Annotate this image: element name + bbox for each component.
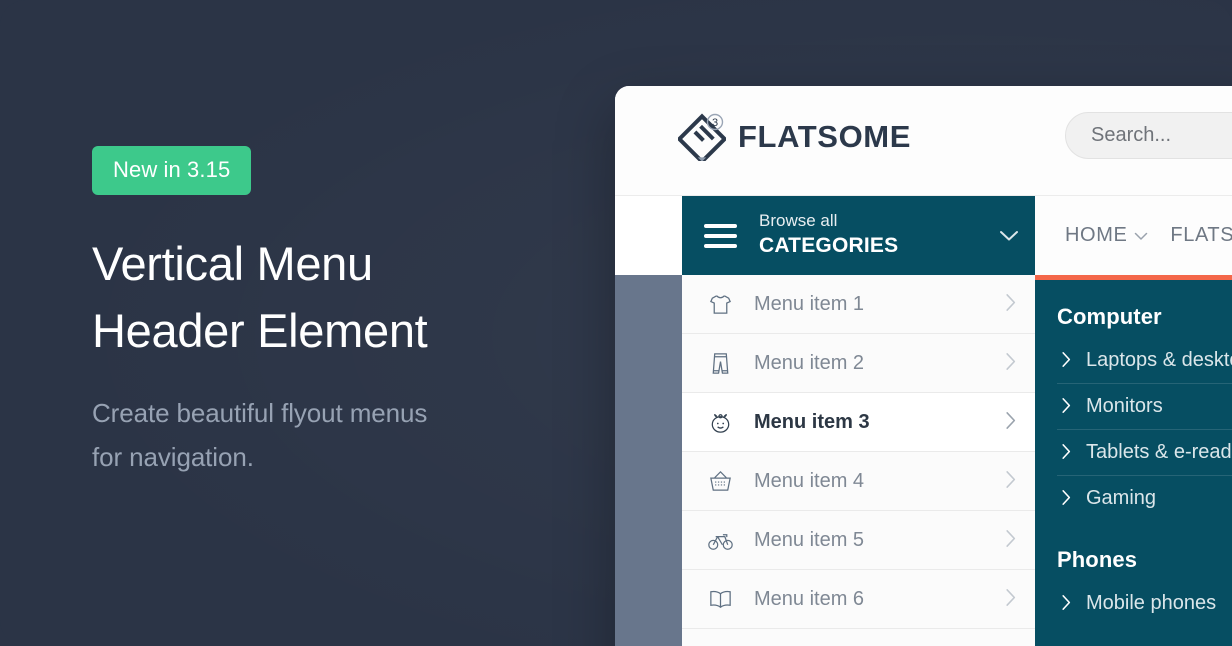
menu-item-7[interactable]: Menu item 7 xyxy=(682,629,1035,646)
chevron-right-icon xyxy=(1005,352,1017,375)
version-badge: New in 3.15 xyxy=(92,146,252,195)
flyout-link[interactable]: Mobile phones xyxy=(1057,581,1232,626)
menu-item-label: Menu item 1 xyxy=(754,292,865,315)
flyout-link[interactable]: Tablets & e-readers xyxy=(1057,430,1232,476)
vertical-menu-heading: CATEGORIES xyxy=(759,234,899,258)
pants-icon xyxy=(704,347,736,379)
search-input[interactable] xyxy=(1091,124,1232,147)
subtitle-line-2: for navigation. xyxy=(92,442,254,473)
baby-face-icon xyxy=(704,406,736,438)
chevron-right-icon xyxy=(1005,293,1017,316)
menu-item-6[interactable]: Menu item 6 xyxy=(682,570,1035,629)
flatsome-diamond-icon: 3 xyxy=(676,113,728,165)
logo-superscript-text: 3 xyxy=(712,117,718,129)
menu-item-1[interactable]: Menu item 1 xyxy=(682,275,1035,334)
nav-item-flatsome[interactable]: FLATSOME xyxy=(1170,224,1232,247)
chevron-down-icon xyxy=(1134,228,1148,244)
menu-item-5[interactable]: Menu item 5 xyxy=(682,511,1035,570)
site-header: 3 FLATSOME xyxy=(615,86,1232,196)
main-navigation: HOME FLATSOME xyxy=(1035,196,1232,275)
chevron-right-icon xyxy=(1005,411,1017,434)
menu-item-label: Menu item 2 xyxy=(754,351,865,374)
flyout-panel: Computer Laptops & desktops xyxy=(1035,275,1232,646)
site-body: Browse all CATEGORIES Menu item 1 Menu i… xyxy=(615,196,1232,646)
chevron-right-icon xyxy=(1005,588,1017,611)
vertical-menu: Browse all CATEGORIES Menu item 1 Menu i… xyxy=(682,196,1035,646)
chevron-right-icon xyxy=(1061,594,1072,614)
open-book-icon xyxy=(704,583,736,615)
flyout-link-label: Monitors xyxy=(1086,395,1163,417)
flyout-link-label: Mobile phones xyxy=(1086,592,1217,614)
bicycle-icon xyxy=(704,524,736,556)
page-subtitle: Create beautiful flyout menus for naviga… xyxy=(92,392,592,479)
menu-item-label: Menu item 5 xyxy=(754,528,865,551)
flyout-group-spacer xyxy=(1057,527,1232,547)
browser-preview-card: 3 FLATSOME Browse all CATEGORIES xyxy=(615,86,1232,646)
vertical-menu-title: Browse all CATEGORIES xyxy=(759,211,999,261)
flyout-group-title: Computer xyxy=(1057,304,1162,329)
nav-item-label: FLATSOME xyxy=(1170,224,1232,246)
page-title: Vertical Menu Header Element xyxy=(92,231,592,364)
flyout-link-label: Tablets & e-readers xyxy=(1086,441,1232,463)
flyout-group-title: Phones xyxy=(1057,547,1138,572)
flyout-link[interactable]: Laptops & desktops xyxy=(1057,338,1232,384)
menu-item-2[interactable]: Menu item 2 xyxy=(682,334,1035,393)
flyout-link-label: Laptops & desktops xyxy=(1086,349,1232,371)
vertical-menu-header[interactable]: Browse all CATEGORIES xyxy=(682,196,1035,275)
basket-icon xyxy=(704,465,736,497)
flyout-group-phones: Phones Mobile phones xyxy=(1057,547,1232,626)
promo-section: New in 3.15 Vertical Menu Header Element… xyxy=(92,146,592,480)
search-box[interactable] xyxy=(1065,112,1232,159)
tshirt-icon xyxy=(704,288,736,320)
subtitle-line-1: Create beautiful flyout menus xyxy=(92,398,428,429)
flatsome-logo[interactable]: 3 FLATSOME xyxy=(676,113,911,165)
menu-item-label: Menu item 3 xyxy=(754,410,870,433)
vertical-menu-subtitle: Browse all xyxy=(759,210,838,230)
menu-item-label: Menu item 4 xyxy=(754,469,865,492)
flyout-link[interactable]: Monitors xyxy=(1057,384,1232,430)
flyout-link[interactable]: Gaming xyxy=(1057,476,1232,521)
nav-item-label: HOME xyxy=(1065,224,1128,246)
nav-item-home[interactable]: HOME xyxy=(1065,224,1148,247)
flyout-link-label: Gaming xyxy=(1086,487,1157,509)
headline-line-1: Vertical Menu xyxy=(92,237,373,290)
headline-line-2: Header Element xyxy=(92,303,428,357)
sofa-icon xyxy=(704,642,736,646)
chevron-right-icon xyxy=(1005,529,1017,552)
hamburger-icon xyxy=(704,223,737,248)
chevron-right-icon xyxy=(1005,470,1017,493)
vertical-menu-list: Menu item 1 Menu item 2 Menu item 3 Menu… xyxy=(682,275,1035,646)
menu-item-4[interactable]: Menu item 4 xyxy=(682,452,1035,511)
menu-item-3[interactable]: Menu item 3 xyxy=(682,393,1035,452)
chevron-right-icon xyxy=(1061,489,1072,509)
chevron-right-icon xyxy=(1061,351,1072,371)
menu-item-label: Menu item 6 xyxy=(754,587,865,610)
chevron-right-icon xyxy=(1061,443,1072,463)
chevron-right-icon xyxy=(1061,397,1072,417)
chevron-down-icon[interactable] xyxy=(999,227,1019,245)
flyout-group-computer: Computer Laptops & desktops xyxy=(1057,304,1232,521)
flatsome-logo-text: FLATSOME xyxy=(738,119,911,154)
